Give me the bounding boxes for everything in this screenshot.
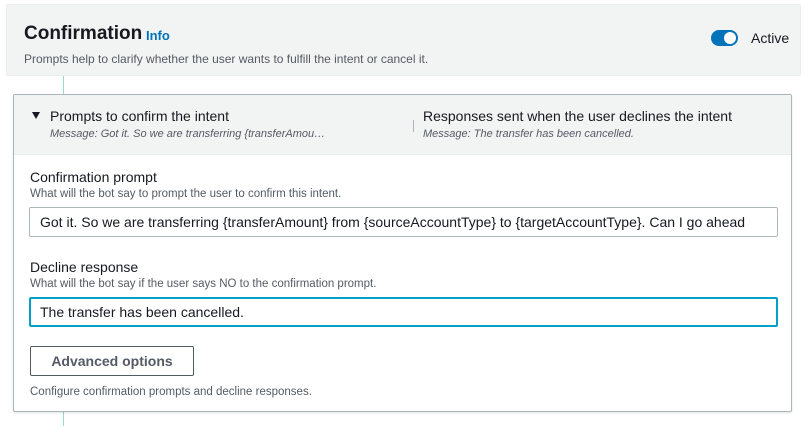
info-link[interactable]: Info <box>146 28 170 43</box>
responses-column-message: Message: The transfer has been cancelled… <box>423 128 634 140</box>
decline-response-label: Decline response <box>30 259 139 275</box>
toggle-knob <box>724 32 736 44</box>
connector-line-bottom <box>63 412 64 426</box>
caret-down-icon[interactable] <box>32 112 40 119</box>
decline-response-description: What will the bot say if the user says N… <box>30 278 377 290</box>
confirmation-section: Confirmation Info Prompts help to clarif… <box>0 0 805 426</box>
confirmation-panel: Prompts to confirm the intent Message: G… <box>13 94 792 412</box>
connector-line-top <box>63 76 64 94</box>
prompts-column-message: Message: Got it. So we are transferring … <box>50 128 326 140</box>
panel-header[interactable]: Prompts to confirm the intent Message: G… <box>14 95 791 155</box>
section-description: Prompts help to clarify whether the user… <box>24 52 429 66</box>
toggle-label: Active <box>751 30 790 46</box>
panel-footer-note: Configure confirmation prompts and decli… <box>30 386 312 398</box>
section-title: Confirmation <box>24 23 143 44</box>
prompts-column-title: Prompts to confirm the intent <box>50 108 229 124</box>
confirmation-header: Confirmation Info Prompts help to clarif… <box>6 4 801 76</box>
decline-response-input[interactable]: The transfer has been cancelled. <box>29 297 778 327</box>
active-toggle[interactable] <box>711 30 738 46</box>
confirmation-prompt-description: What will the bot say to prompt the user… <box>30 188 342 200</box>
responses-column-title: Responses sent when the user declines th… <box>423 108 732 124</box>
confirmation-prompt-label: Confirmation prompt <box>30 169 157 185</box>
confirmation-prompt-input[interactable]: Got it. So we are transferring {transfer… <box>29 207 778 237</box>
column-divider <box>413 120 414 132</box>
advanced-options-button[interactable]: Advanced options <box>30 346 194 376</box>
